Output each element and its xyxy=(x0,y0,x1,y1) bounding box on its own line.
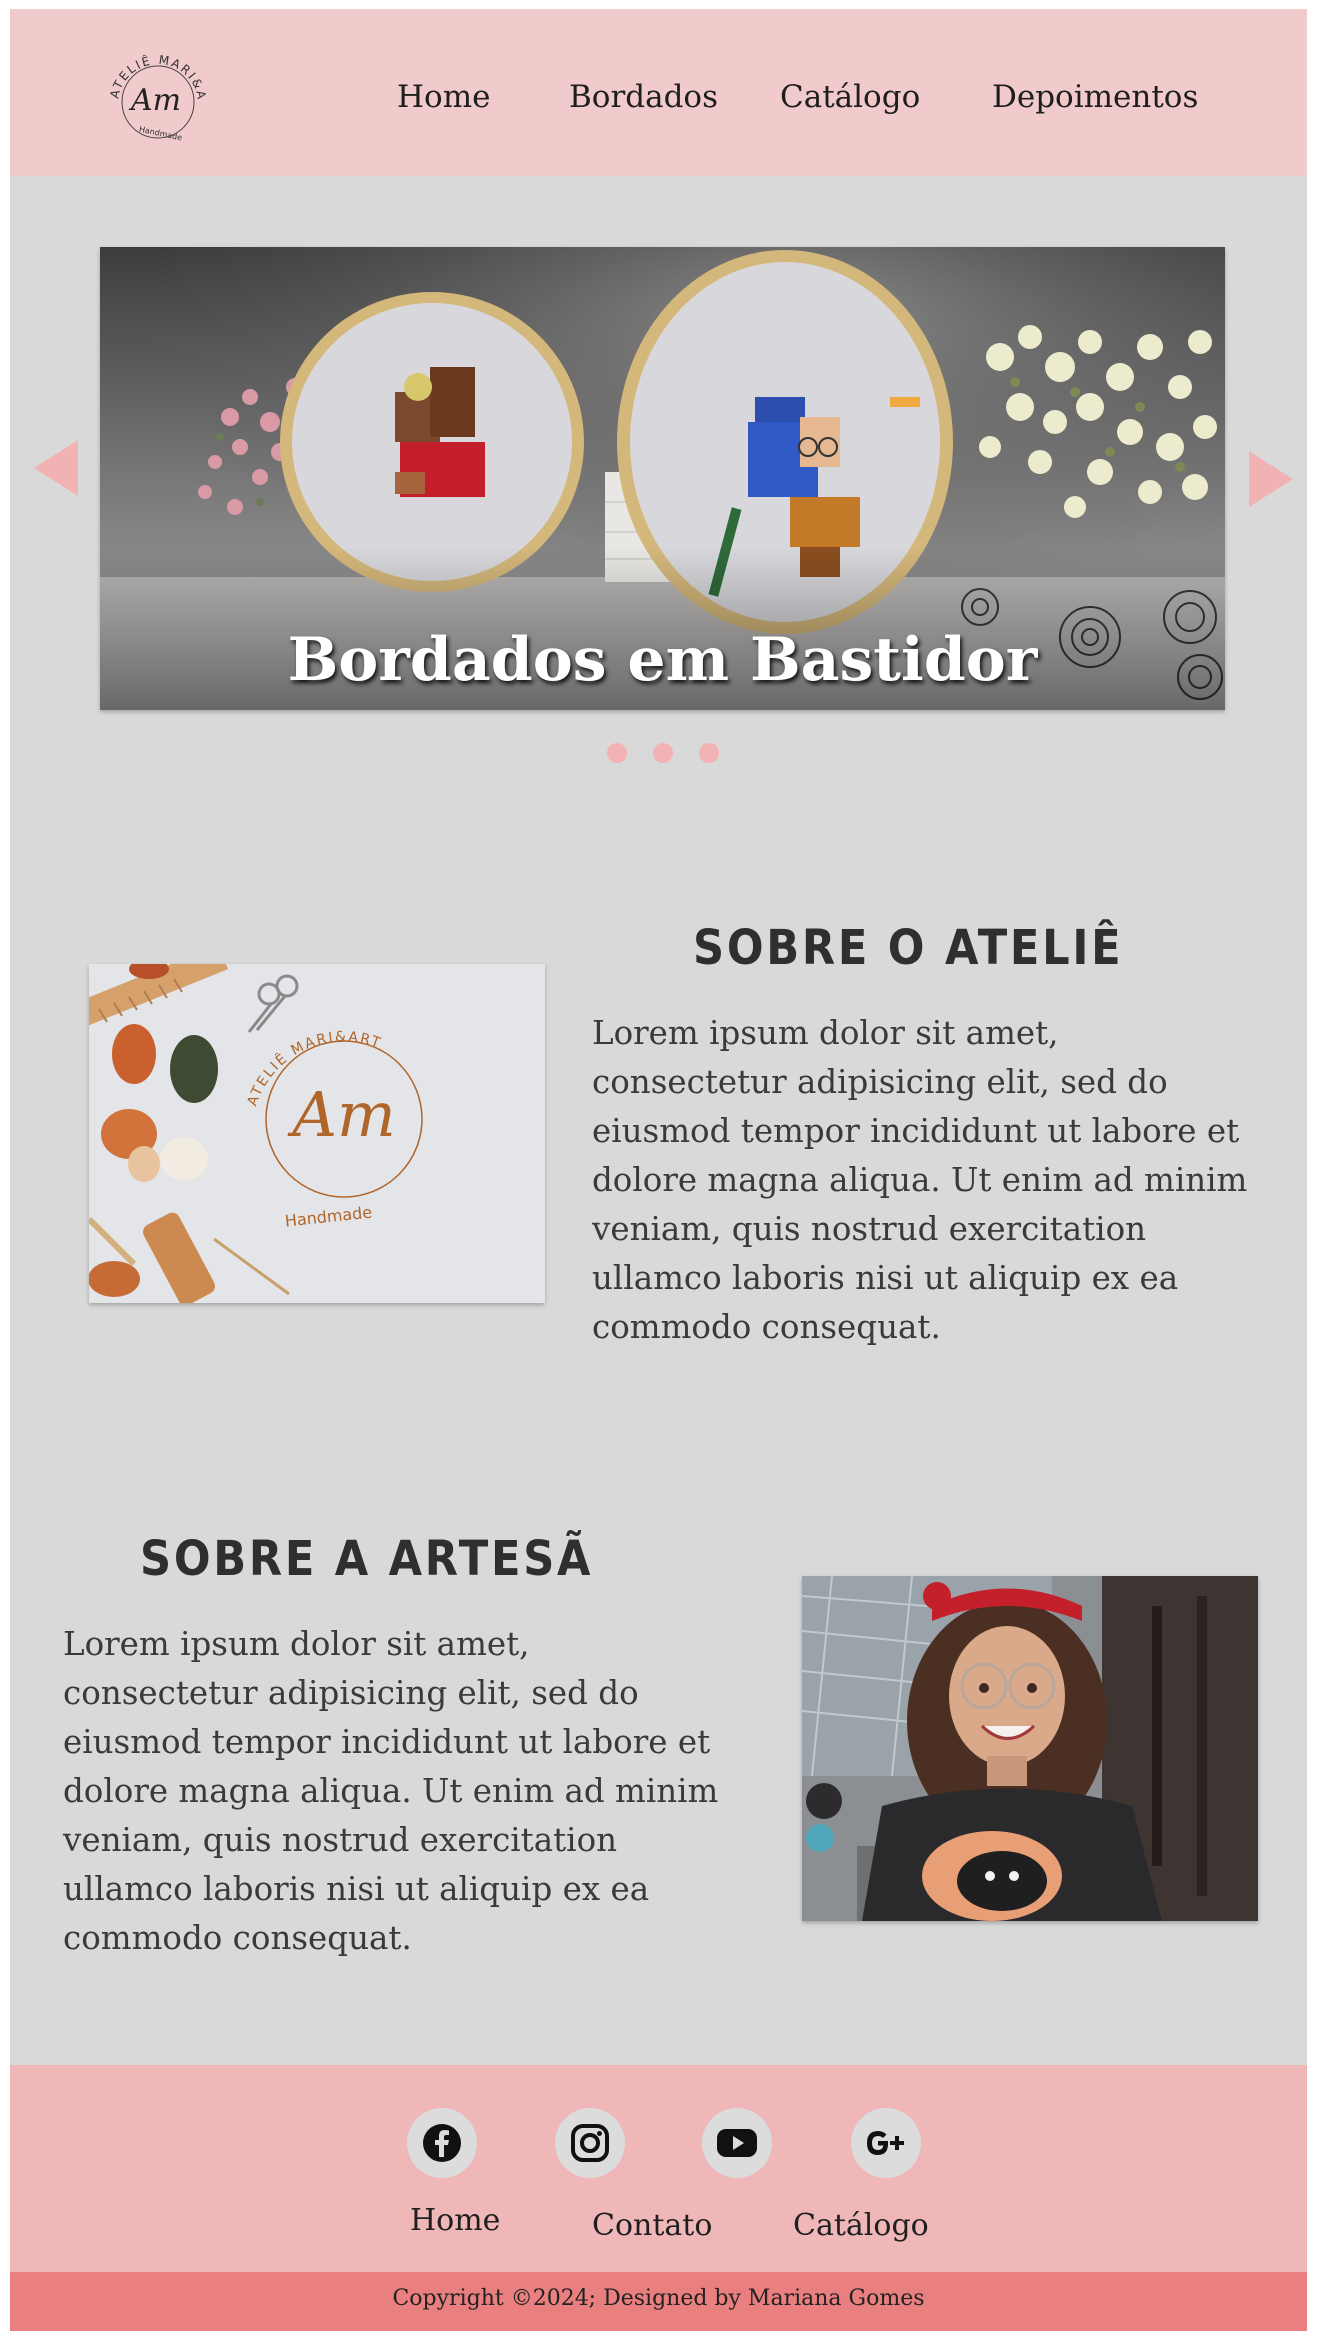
svg-text:Handmade: Handmade xyxy=(138,125,183,143)
site-header: ATELIÊ MARI&ART Am Handmade Home Bordado… xyxy=(10,9,1307,176)
facebook-button[interactable] xyxy=(407,2108,477,2178)
about-artisan-title: SOBRE A ARTESÃ xyxy=(140,1531,594,1587)
nav-link-home[interactable]: Home xyxy=(397,79,490,115)
about-atelier-title: SOBRE O ATELIÊ xyxy=(693,920,1124,976)
carousel-caption: Bordados em Bastidor xyxy=(287,625,1038,695)
carousel-dot-3[interactable] xyxy=(699,743,719,763)
carousel-next-arrow[interactable] xyxy=(1249,451,1293,507)
artisan-portrait-graphic xyxy=(802,1576,1258,1921)
footer-link-catalogo[interactable]: Catálogo xyxy=(793,2208,929,2243)
about-artisan-text: Lorem ipsum dolor sit amet, consectetur … xyxy=(63,1625,719,1957)
about-atelier-text: Lorem ipsum dolor sit amet, consectetur … xyxy=(592,1014,1248,1346)
youtube-icon xyxy=(717,2129,757,2157)
instagram-icon xyxy=(571,2124,609,2162)
footer-link-home[interactable]: Home xyxy=(410,2203,500,2238)
brand-logo-graphic: ATELIÊ MARI&ART Am Handmade xyxy=(96,33,207,143)
nav-link-catalogo[interactable]: Catálogo xyxy=(780,79,920,115)
carousel-dot-1[interactable] xyxy=(607,743,627,763)
youtube-button[interactable] xyxy=(702,2108,772,2178)
brand-logo[interactable]: ATELIÊ MARI&ART Am Handmade xyxy=(96,33,214,156)
svg-text:Am: Am xyxy=(287,1078,396,1151)
carousel-slide: Bordados em Bastidor xyxy=(100,247,1225,710)
svg-text:Am: Am xyxy=(128,83,181,118)
carousel-dot-2[interactable] xyxy=(653,743,673,763)
nav-link-bordados[interactable]: Bordados xyxy=(569,79,718,115)
google-plus-icon xyxy=(867,2131,904,2155)
page: ATELIÊ MARI&ART Am Handmade Home Bordado… xyxy=(10,9,1307,2331)
instagram-button[interactable] xyxy=(555,2108,625,2178)
site-footer xyxy=(10,2065,1307,2278)
atelier-logo-photo: ATELIÊ MARI&ART Am Handmade xyxy=(89,964,545,1303)
footer-link-contato[interactable]: Contato xyxy=(592,2208,712,2243)
copyright-text: Copyright ©2024; Designed by Mariana Gom… xyxy=(392,2286,925,2311)
artisan-portrait-photo xyxy=(802,1576,1258,1921)
atelier-logo-graphic: ATELIÊ MARI&ART Am Handmade xyxy=(89,964,545,1303)
carousel-prev-arrow[interactable] xyxy=(34,440,78,496)
google-plus-button[interactable] xyxy=(851,2108,921,2178)
facebook-icon xyxy=(423,2124,461,2162)
nav-link-depoimentos[interactable]: Depoimentos xyxy=(992,79,1198,115)
